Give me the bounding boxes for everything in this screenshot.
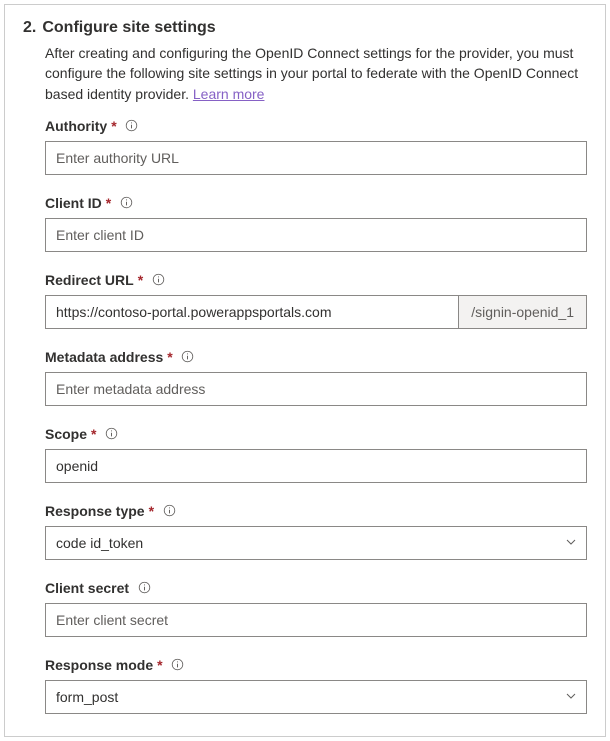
step-title: Configure site settings [42, 19, 215, 37]
required-indicator: * [138, 272, 143, 288]
response-type-select[interactable]: code id_token [45, 526, 587, 560]
authority-field: Authority * [45, 118, 587, 175]
client-secret-input[interactable] [45, 603, 587, 637]
redirect-url-field: Redirect URL * /signin-openid_1 [45, 272, 587, 329]
required-indicator: * [106, 195, 111, 211]
required-indicator: * [91, 426, 96, 442]
authority-label-row: Authority * [45, 118, 587, 134]
client-id-label: Client ID [45, 195, 102, 211]
client-id-input[interactable] [45, 218, 587, 252]
redirect-url-label: Redirect URL [45, 272, 134, 288]
required-indicator: * [167, 349, 172, 365]
step-description: After creating and configuring the OpenI… [45, 43, 587, 104]
response-mode-label-row: Response mode * [45, 657, 587, 673]
client-id-field: Client ID * [45, 195, 587, 252]
scope-label-row: Scope * [45, 426, 587, 442]
info-icon[interactable] [125, 119, 139, 133]
response-type-value: code id_token [45, 526, 587, 560]
metadata-address-label-row: Metadata address * [45, 349, 587, 365]
step-number: 2. [23, 19, 36, 37]
required-indicator: * [149, 503, 154, 519]
info-icon[interactable] [137, 581, 151, 595]
metadata-address-field: Metadata address * [45, 349, 587, 406]
response-type-label: Response type [45, 503, 145, 519]
redirect-url-input-group: /signin-openid_1 [45, 295, 587, 329]
info-icon[interactable] [171, 658, 185, 672]
authority-input[interactable] [45, 141, 587, 175]
info-icon[interactable] [162, 504, 176, 518]
response-type-label-row: Response type * [45, 503, 587, 519]
info-icon[interactable] [104, 427, 118, 441]
redirect-url-label-row: Redirect URL * [45, 272, 587, 288]
metadata-address-input[interactable] [45, 372, 587, 406]
step-header: 2. Configure site settings [23, 19, 587, 37]
step-description-text: After creating and configuring the OpenI… [45, 45, 578, 102]
fields-container: Authority * Client ID * Redirect URL [45, 118, 587, 714]
response-type-field: Response type * code id_token [45, 503, 587, 560]
response-mode-select[interactable]: form_post [45, 680, 587, 714]
response-mode-label: Response mode [45, 657, 153, 673]
info-icon[interactable] [181, 350, 195, 364]
client-secret-label-row: Client secret [45, 580, 587, 596]
learn-more-link[interactable]: Learn more [193, 86, 265, 102]
info-icon[interactable] [151, 273, 165, 287]
response-mode-field: Response mode * form_post [45, 657, 587, 714]
scope-label: Scope [45, 426, 87, 442]
client-id-label-row: Client ID * [45, 195, 587, 211]
metadata-address-label: Metadata address [45, 349, 163, 365]
scope-field: Scope * [45, 426, 587, 483]
configure-site-settings-panel: 2. Configure site settings After creatin… [4, 4, 606, 737]
response-mode-value: form_post [45, 680, 587, 714]
info-icon[interactable] [119, 196, 133, 210]
redirect-url-input[interactable] [45, 295, 458, 329]
required-indicator: * [157, 657, 162, 673]
redirect-url-suffix: /signin-openid_1 [458, 295, 587, 329]
scope-input[interactable] [45, 449, 587, 483]
client-secret-field: Client secret [45, 580, 587, 637]
required-indicator: * [111, 118, 116, 134]
authority-label: Authority [45, 118, 107, 134]
client-secret-label: Client secret [45, 580, 129, 596]
